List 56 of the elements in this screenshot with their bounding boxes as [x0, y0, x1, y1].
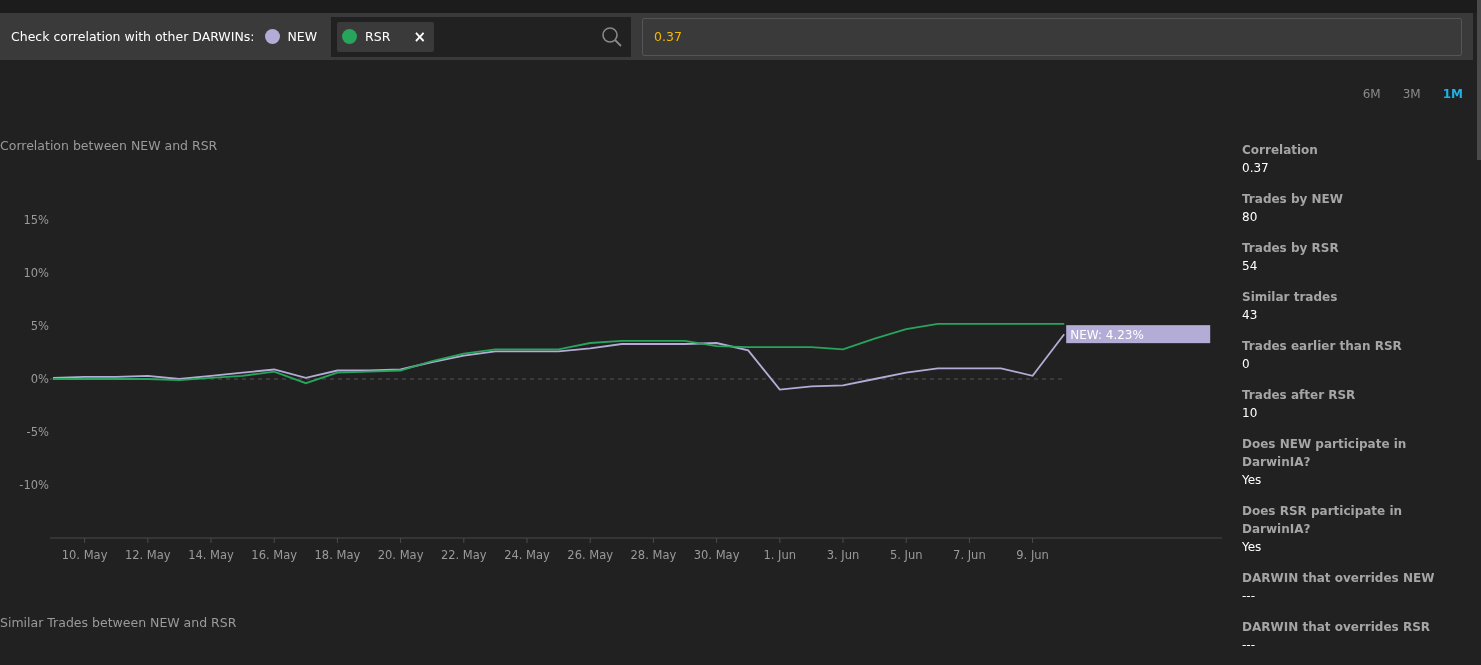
- y-axis-label: 5%: [30, 319, 49, 333]
- range-tab[interactable]: 3M: [1393, 84, 1430, 104]
- stat-value: 80: [1242, 209, 1259, 226]
- stat-label: Similar trades: [1242, 289, 1339, 306]
- x-axis-label: 1. Jun: [763, 548, 797, 562]
- x-axis-label: 28. May: [630, 548, 677, 562]
- x-axis-label: 20. May: [377, 548, 424, 562]
- y-axis-label: 0%: [30, 372, 49, 386]
- stat-label: Trades by NEW: [1242, 191, 1344, 208]
- stat-value: 0.37: [1242, 160, 1270, 177]
- x-axis-label: 3. Jun: [826, 548, 860, 562]
- y-axis-label: 10%: [23, 266, 49, 280]
- stat-label: Correlation: [1242, 142, 1319, 159]
- stat-value: 0: [1242, 356, 1251, 373]
- stat-value: 43: [1242, 307, 1259, 324]
- stat-label: Trades by RSR: [1242, 240, 1340, 257]
- x-axis-label: 10. May: [61, 548, 108, 562]
- x-axis-label: 5. Jun: [889, 548, 923, 562]
- range-tab[interactable]: 6M: [1353, 84, 1390, 104]
- darwin-name: NEW: [287, 29, 318, 44]
- stat-label: Trades earlier than RSR: [1242, 338, 1403, 355]
- x-axis-label: 22. May: [440, 548, 487, 562]
- x-axis-label: 7. Jun: [953, 548, 986, 562]
- section-title: Similar Trades between NEW and RSR: [0, 615, 238, 631]
- x-axis-label: 24. May: [504, 548, 550, 562]
- value-tooltip: NEW: 4.23%: [1066, 325, 1211, 344]
- stat-label: DARWIN that overrides NEW: [1242, 570, 1436, 587]
- search-field[interactable]: RSR ×: [331, 16, 632, 57]
- remove-button[interactable]: ×: [409, 27, 431, 46]
- stat-label: Trades after RSR: [1242, 387, 1357, 404]
- stat-value: ---: [1242, 637, 1256, 654]
- range-tab[interactable]: 1M: [1433, 84, 1472, 104]
- y-axis-label: -5%: [26, 425, 49, 439]
- stat-value: ---: [1242, 588, 1256, 605]
- x-axis-label: 18. May: [314, 548, 361, 562]
- correlation-value-field: 0.37: [642, 17, 1462, 56]
- x-axis-label: 30. May: [693, 548, 740, 562]
- chart-title: Correlation between NEW and RSR: [0, 138, 219, 154]
- x-axis-label: 14. May: [188, 548, 234, 562]
- stat-value: 10: [1242, 405, 1259, 422]
- search-icon[interactable]: [601, 25, 624, 48]
- x-axis-label: 9. Jun: [1016, 548, 1049, 562]
- x-axis-label: 26. May: [567, 548, 614, 562]
- correlation-label: Check correlation with other DARWINs:: [11, 29, 255, 44]
- stat-label: DARWIN that overrides RSR: [1242, 619, 1432, 636]
- stat-value: Yes: [1242, 539, 1263, 556]
- x-axis-label: 12. May: [124, 548, 171, 562]
- stat-label: Does RSR participate in DarwinIA?: [1242, 503, 1404, 538]
- y-axis-label: 15%: [23, 213, 49, 227]
- x-axis-label: 16. May: [251, 548, 298, 562]
- y-axis-label: -10%: [19, 478, 49, 492]
- stat-value: 54: [1242, 258, 1259, 275]
- chip-label: RSR: [365, 29, 392, 44]
- scrollbar-thumb[interactable]: [1477, 0, 1481, 160]
- stat-value: Yes: [1242, 472, 1263, 489]
- stat-label: Does NEW participate in DarwinIA?: [1242, 436, 1408, 471]
